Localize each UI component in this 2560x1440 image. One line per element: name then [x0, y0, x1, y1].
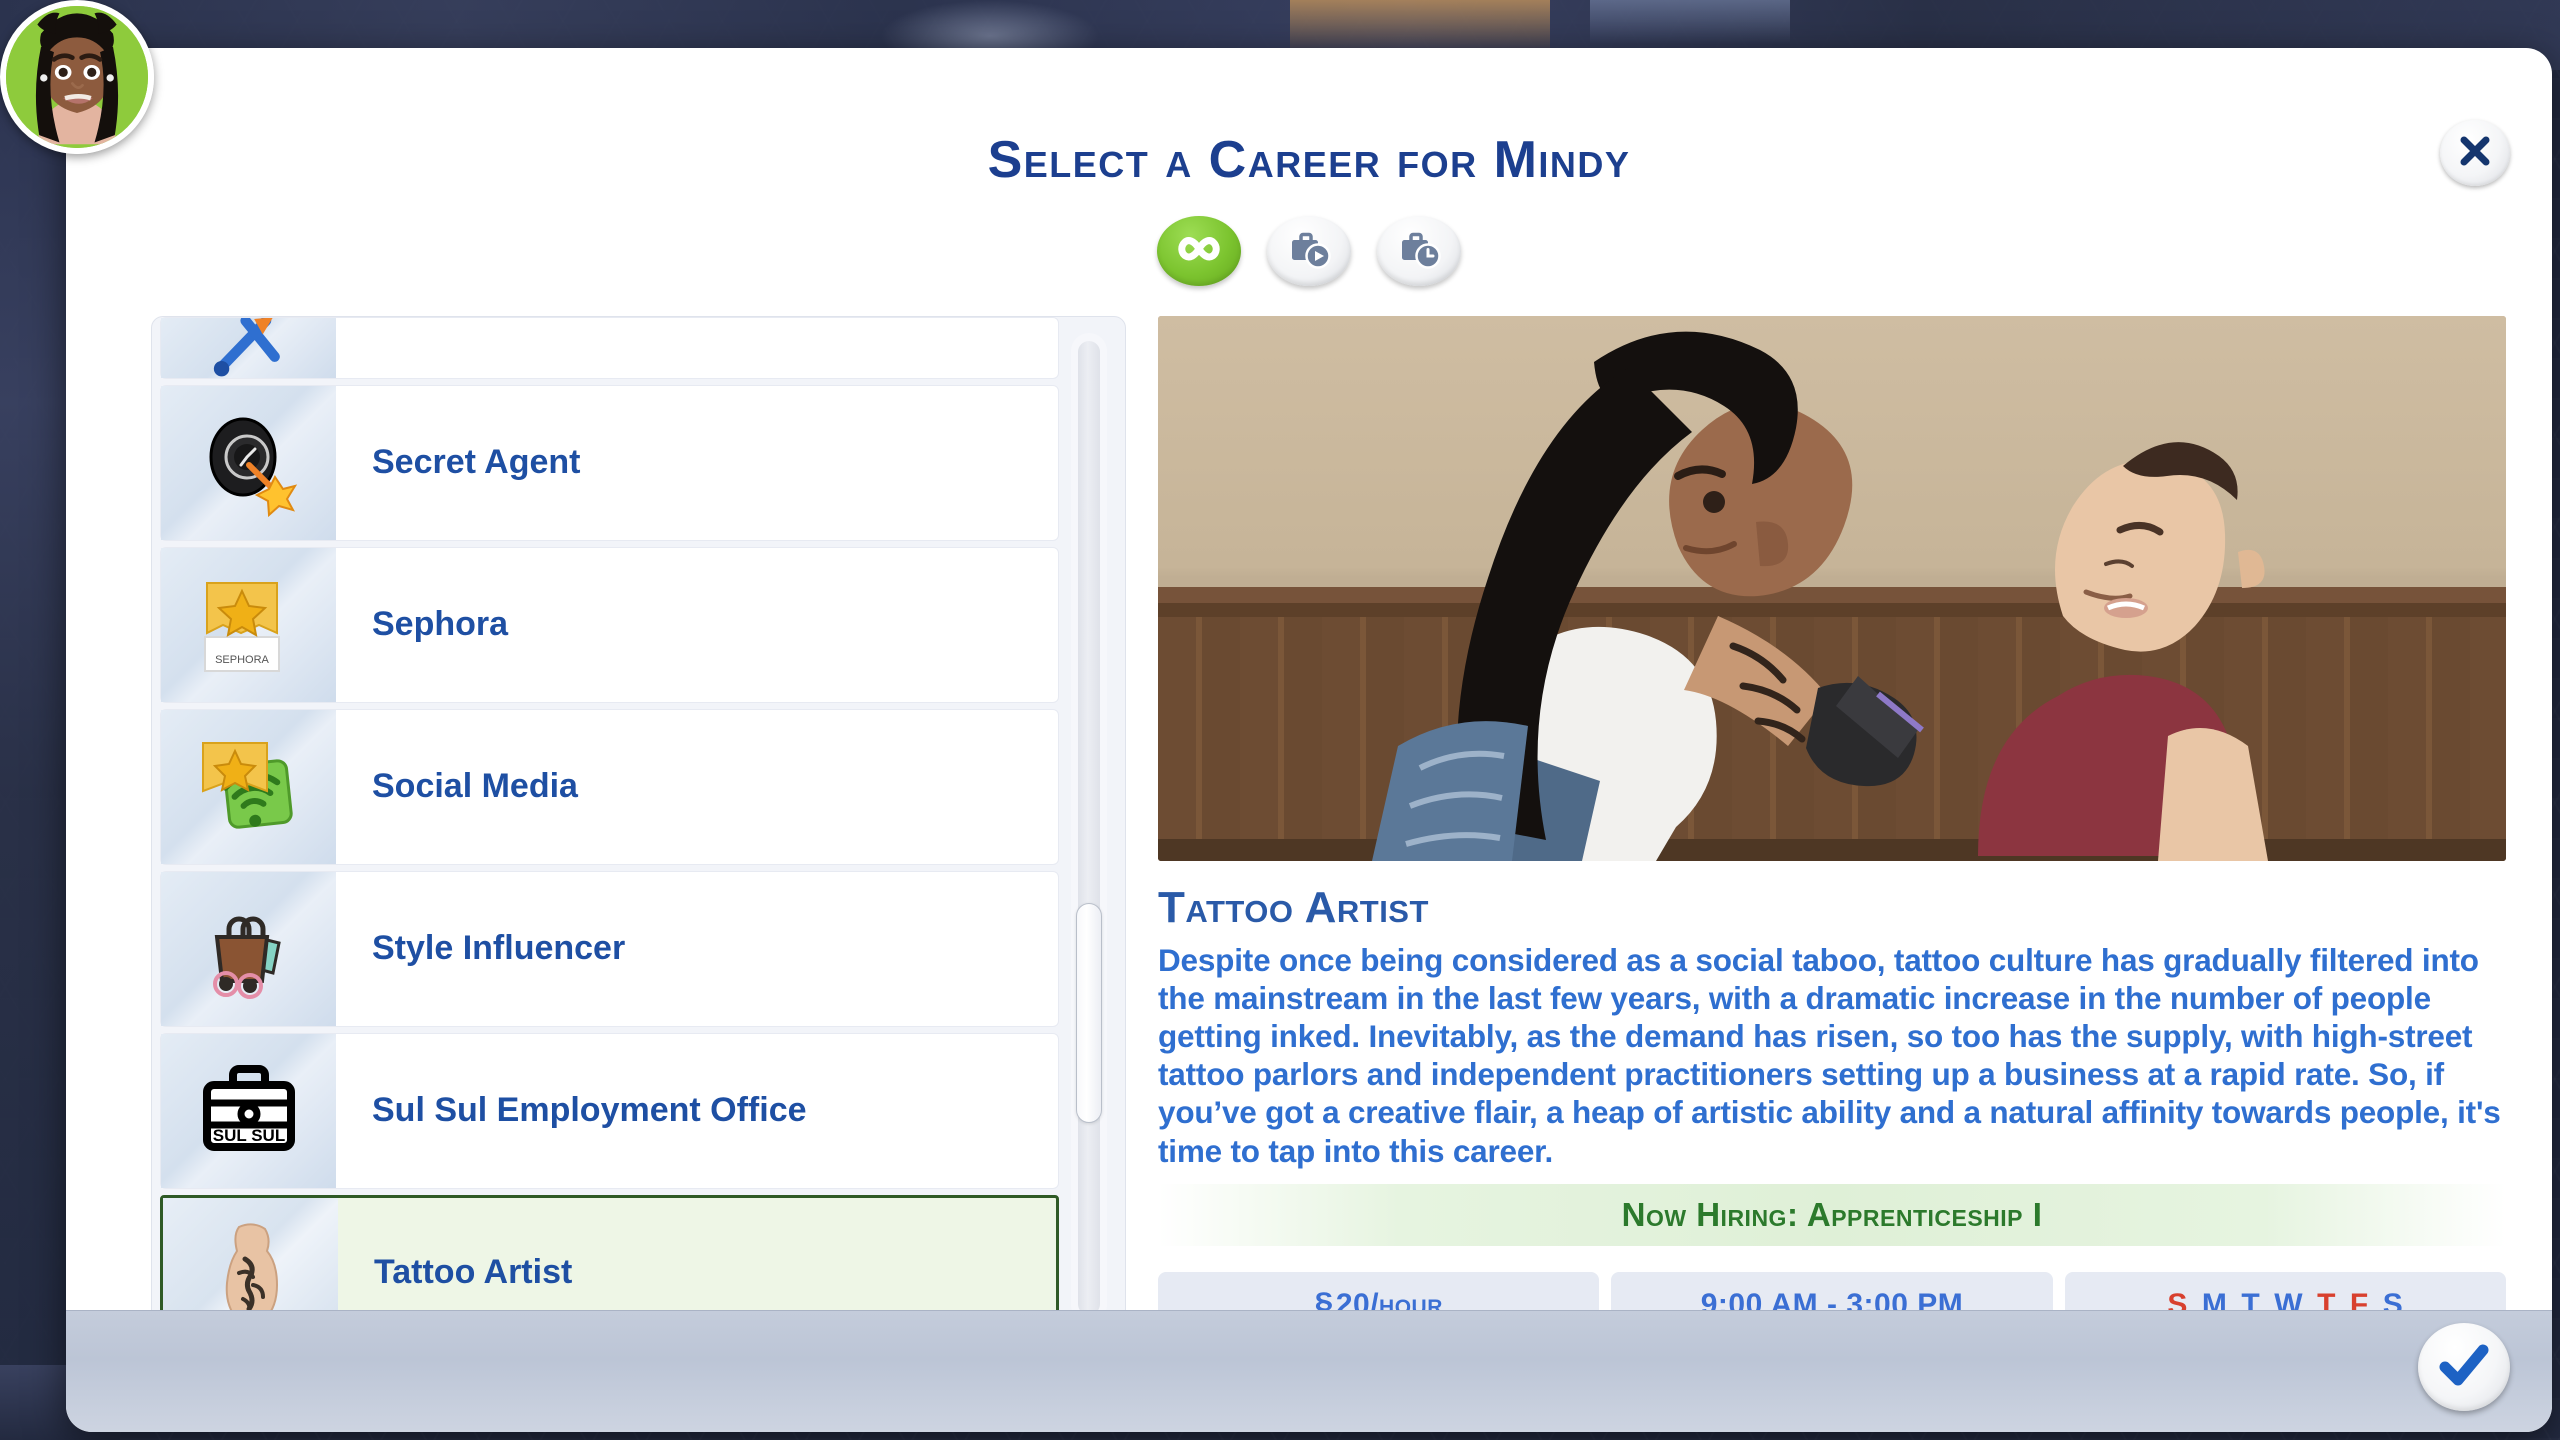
dialog-footer: [66, 1310, 2552, 1432]
career-detail-panel: Tattoo Artist Despite once being conside…: [1158, 316, 2506, 1338]
active-careers-filter[interactable]: [1267, 216, 1351, 286]
sim-portrait-icon: [6, 6, 148, 148]
career-name: Social Media: [372, 767, 578, 806]
spy-watch-icon: [193, 405, 305, 522]
career-selection-dialog: Select a Career for Mindy Secret Agent S…: [66, 48, 2552, 1432]
parttime-careers-filter[interactable]: [1377, 216, 1461, 286]
career-name: Sul Sul Employment Office: [372, 1091, 807, 1130]
handbag-icon: [193, 891, 305, 1008]
scissors-comb-icon: [201, 318, 297, 378]
avatar[interactable]: [0, 0, 154, 154]
scrollbar-thumb[interactable]: [1076, 903, 1102, 1123]
career-description: Despite once being considered as a socia…: [1158, 942, 2501, 1169]
briefcase-play-icon: [1283, 226, 1335, 277]
career-thumbnail: [161, 318, 336, 378]
page-title: Select a Career for Mindy: [987, 131, 1631, 189]
briefcase-clock-icon: [1393, 226, 1445, 277]
svg-text:SEPHORA: SEPHORA: [215, 654, 269, 666]
career-photo: [1158, 316, 2506, 861]
career-list-panel: Secret Agent SEPHORA Sephora Social Medi…: [151, 316, 1126, 1338]
list-item[interactable]: [160, 317, 1059, 379]
career-list-scroll-area[interactable]: Secret Agent SEPHORA Sephora Social Medi…: [152, 317, 1067, 1337]
photo-sims-figures: [1372, 331, 2268, 861]
scrollbar-track[interactable]: [1078, 341, 1100, 1315]
now-hiring-banner: Now Hiring: Apprenticeship I: [1158, 1184, 2506, 1246]
infinity-icon: [1173, 226, 1225, 277]
close-button[interactable]: [2440, 120, 2510, 186]
career-thumbnail: [161, 386, 336, 540]
career-name: Style Influencer: [372, 929, 626, 968]
career-detail-title: Tattoo Artist: [1158, 883, 1429, 932]
list-item[interactable]: SEPHORA Sephora: [160, 547, 1059, 703]
career-thumbnail: SEPHORA: [161, 548, 336, 702]
career-name: Sephora: [372, 605, 509, 644]
background-sprite-b: [1290, 0, 1550, 52]
star-banner-icon: SEPHORA: [193, 567, 305, 684]
career-name: Tattoo Artist: [374, 1253, 573, 1292]
close-icon: [2455, 131, 2495, 176]
list-scrollbar[interactable]: [1071, 333, 1107, 1323]
confirm-button[interactable]: [2418, 1323, 2510, 1411]
checkmark-icon: [2435, 1336, 2493, 1399]
star-wifi-icon: [193, 729, 305, 846]
list-item[interactable]: SUL SUL Sul Sul Employment Office: [160, 1033, 1059, 1189]
sulsul-briefcase-icon: SUL SUL: [193, 1053, 305, 1170]
list-item[interactable]: Social Media: [160, 709, 1059, 865]
svg-text:SUL SUL: SUL SUL: [212, 1126, 284, 1145]
list-item[interactable]: Secret Agent: [160, 385, 1059, 541]
career-thumbnail: [161, 710, 336, 864]
all-careers-filter[interactable]: [1157, 216, 1241, 286]
list-item[interactable]: Style Influencer: [160, 871, 1059, 1027]
background-sprite-c: [1590, 0, 1790, 44]
career-filter-group: [66, 216, 2552, 286]
career-thumbnail: SUL SUL: [161, 1034, 336, 1188]
career-name: Secret Agent: [372, 443, 581, 482]
career-thumbnail: [161, 872, 336, 1026]
